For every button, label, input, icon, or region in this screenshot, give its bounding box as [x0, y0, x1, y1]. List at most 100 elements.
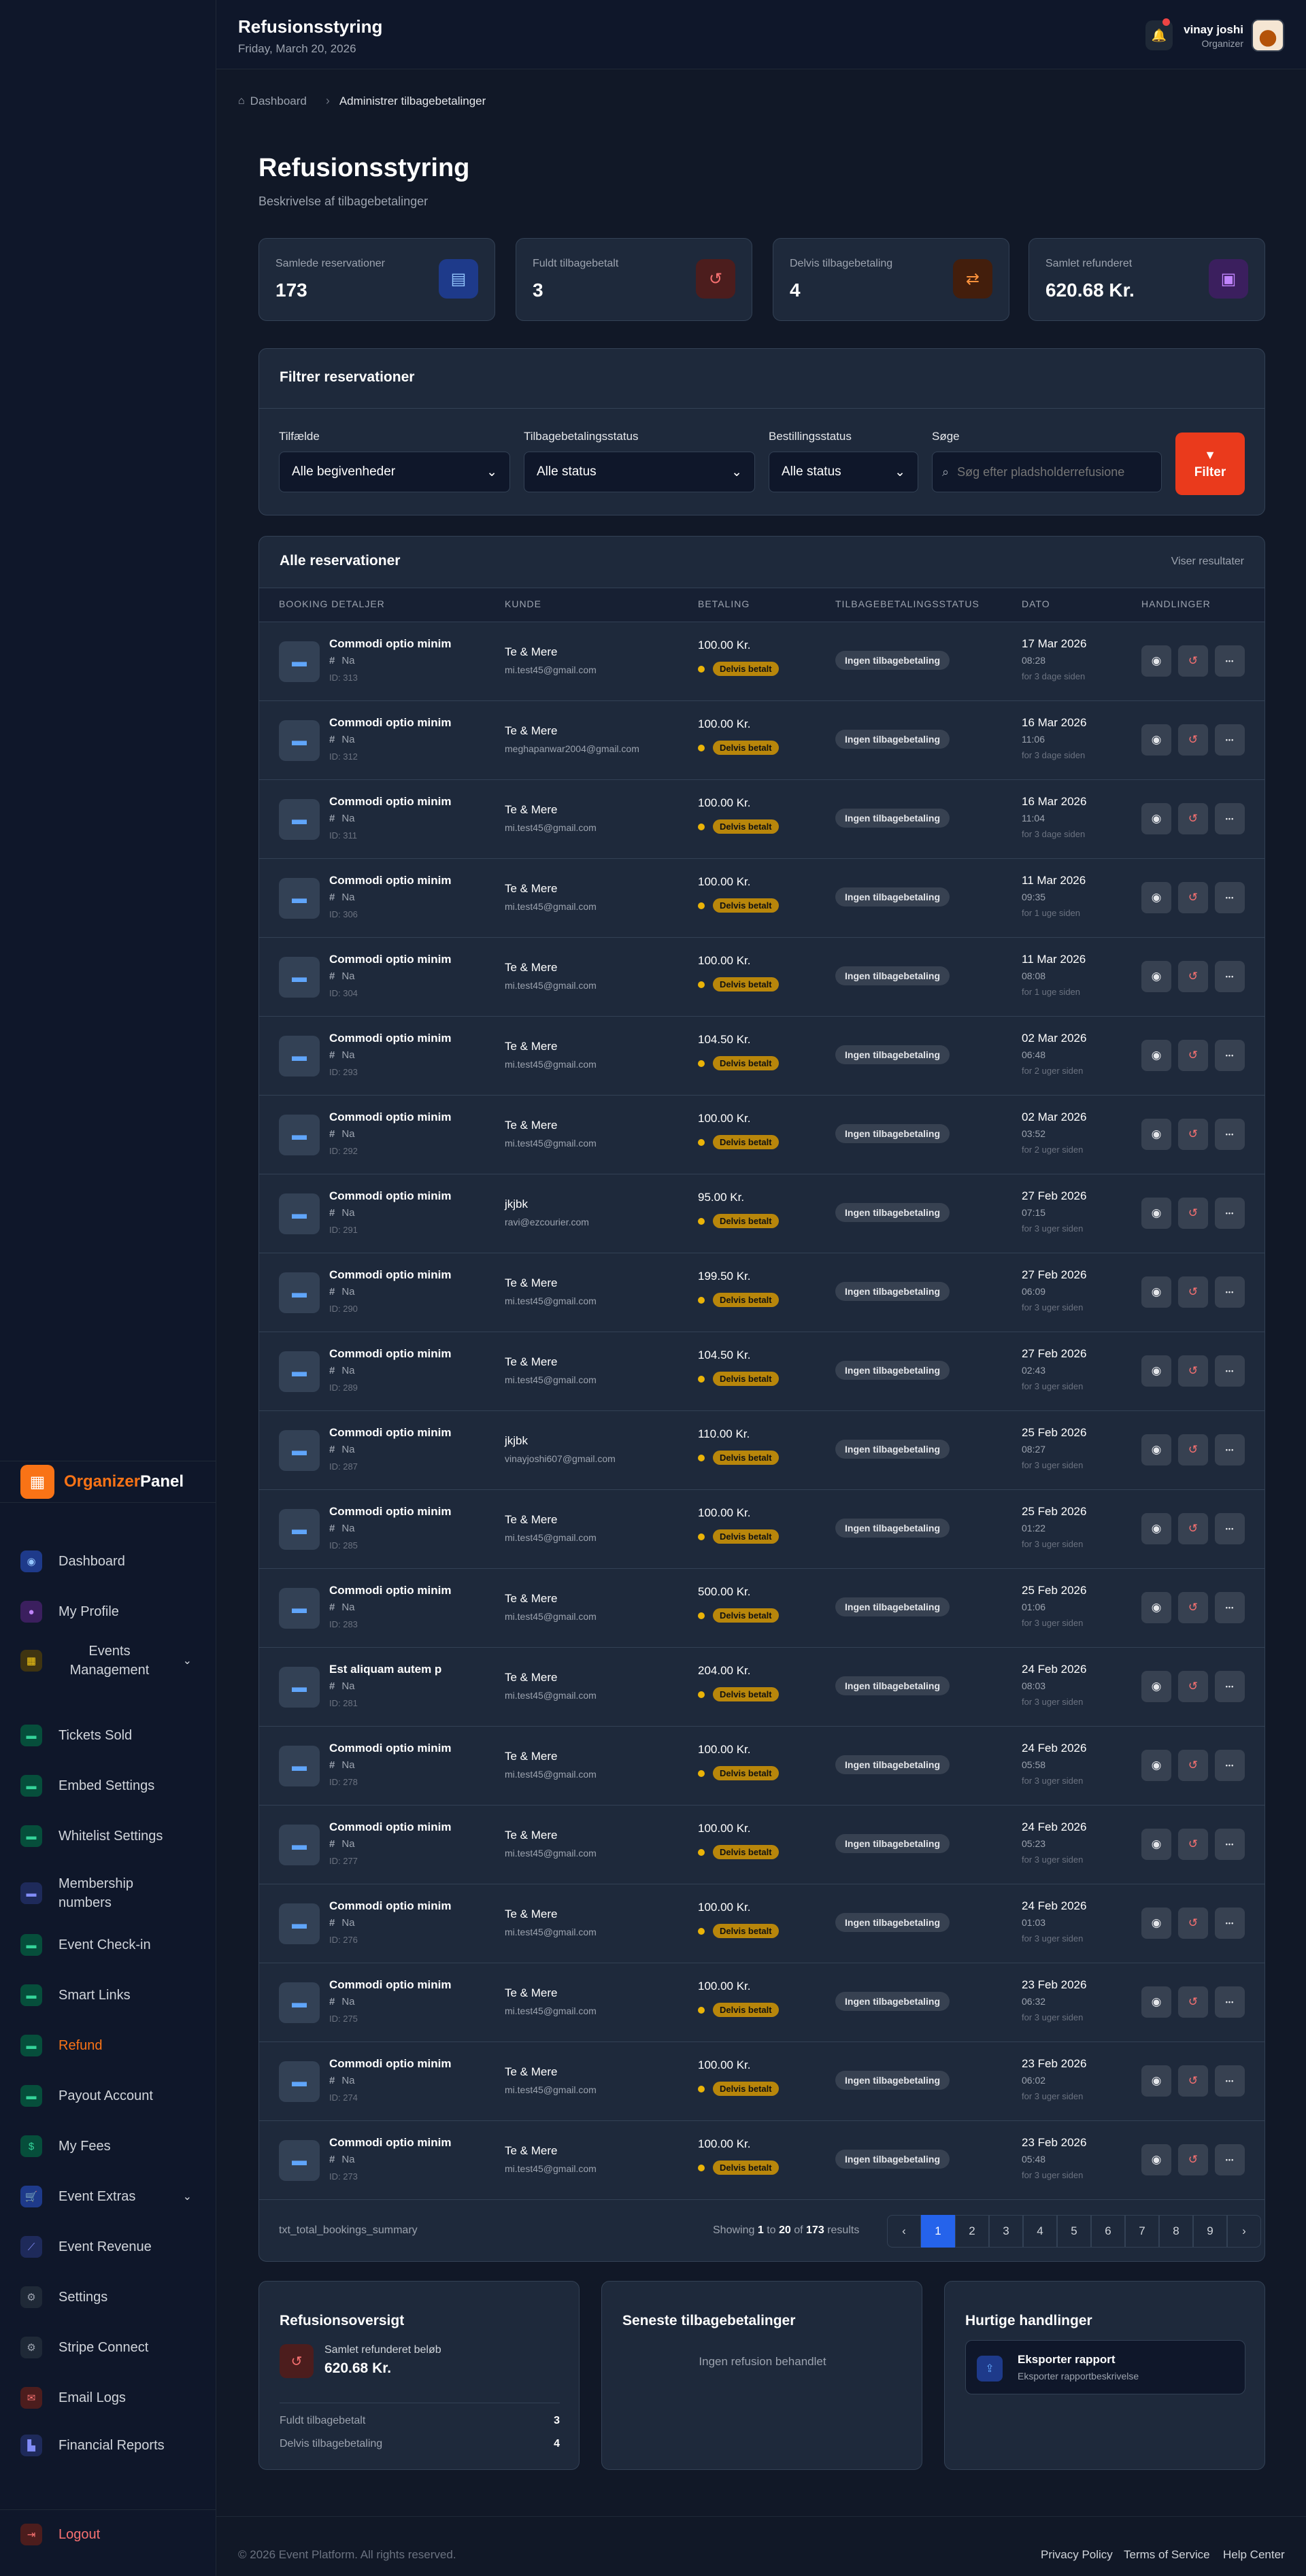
avatar[interactable] [1252, 19, 1284, 52]
sidebar-item-event-check-in[interactable]: ▬ Event Check-in [20, 1934, 204, 1956]
refund-button[interactable]: ↺ [1178, 2144, 1208, 2175]
view-button[interactable]: ◉ [1141, 1513, 1171, 1544]
sidebar-item-financial-reports[interactable]: ▙ Financial Reports [20, 2435, 204, 2456]
view-button[interactable]: ◉ [1141, 1908, 1171, 1939]
more-button[interactable]: ••• [1215, 1592, 1245, 1623]
refund-button[interactable]: ↺ [1178, 1040, 1208, 1071]
view-button[interactable]: ◉ [1141, 2065, 1171, 2097]
view-button[interactable]: ◉ [1141, 2144, 1171, 2175]
more-button[interactable]: ••• [1215, 1040, 1245, 1071]
view-button[interactable]: ◉ [1141, 1750, 1171, 1781]
view-button[interactable]: ◉ [1141, 645, 1171, 677]
page-button-2[interactable]: 2 [955, 2215, 989, 2248]
sidebar-item-stripe-connect[interactable]: ⚙ Stripe Connect [20, 2337, 204, 2358]
more-button[interactable]: ••• [1215, 1829, 1245, 1860]
user-name[interactable]: vinay joshi [1184, 23, 1243, 37]
sidebar-item-my-fees[interactable]: $ My Fees [20, 2135, 204, 2157]
event-select[interactable]: Alle begivenheder ⌄ [279, 452, 510, 492]
more-button[interactable]: ••• [1215, 1355, 1245, 1387]
page-button-9[interactable]: 9 [1193, 2215, 1227, 2248]
sidebar-item-smart-links[interactable]: ▬ Smart Links [20, 1984, 204, 2006]
sidebar-item-whitelist-settings[interactable]: ▬ Whitelist Settings [20, 1825, 204, 1847]
more-button[interactable]: ••• [1215, 1750, 1245, 1781]
refund-button[interactable]: ↺ [1178, 803, 1208, 834]
refund-button[interactable]: ↺ [1178, 1198, 1208, 1229]
search-field[interactable]: ⌕ [932, 452, 1162, 492]
sidebar-item-settings[interactable]: ⚙ Settings [20, 2286, 204, 2308]
more-button[interactable]: ••• [1215, 1434, 1245, 1465]
next-page-button[interactable]: › [1227, 2215, 1261, 2248]
refund-button[interactable]: ↺ [1178, 645, 1208, 677]
view-button[interactable]: ◉ [1141, 1671, 1171, 1702]
view-button[interactable]: ◉ [1141, 1434, 1171, 1465]
terms-link[interactable]: Terms of Service [1124, 2548, 1210, 2562]
view-button[interactable]: ◉ [1141, 803, 1171, 834]
refund-status-select[interactable]: Alle status ⌄ [524, 452, 755, 492]
page-button-5[interactable]: 5 [1057, 2215, 1091, 2248]
sidebar-item-dashboard[interactable]: ◉ Dashboard [20, 1550, 204, 1572]
more-button[interactable]: ••• [1215, 882, 1245, 913]
sidebar-item-email-logs[interactable]: ✉ Email Logs [20, 2387, 204, 2409]
more-button[interactable]: ••• [1215, 645, 1245, 677]
view-button[interactable]: ◉ [1141, 882, 1171, 913]
view-button[interactable]: ◉ [1141, 724, 1171, 756]
sidebar-item-events-management[interactable]: ▦ Events Management ⌄ [20, 1642, 204, 1680]
refund-button[interactable]: ↺ [1178, 724, 1208, 756]
sidebar-item-event-extras[interactable]: 🛒 Event Extras ⌄ [20, 2186, 204, 2207]
more-button[interactable]: ••• [1215, 1986, 1245, 2018]
notifications-button[interactable]: 🔔 [1145, 18, 1173, 50]
page-button-4[interactable]: 4 [1023, 2215, 1057, 2248]
sidebar-item-event-revenue[interactable]: ⟋ Event Revenue [20, 2236, 204, 2258]
refund-button[interactable]: ↺ [1178, 1119, 1208, 1150]
refund-button[interactable]: ↺ [1178, 1829, 1208, 1860]
help-link[interactable]: Help Center [1223, 2548, 1285, 2562]
view-button[interactable]: ◉ [1141, 1198, 1171, 1229]
page-button-1[interactable]: 1 [921, 2215, 955, 2248]
search-input[interactable] [957, 464, 1135, 479]
more-button[interactable]: ••• [1215, 803, 1245, 834]
page-button-3[interactable]: 3 [989, 2215, 1023, 2248]
more-button[interactable]: ••• [1215, 724, 1245, 756]
view-button[interactable]: ◉ [1141, 1592, 1171, 1623]
sidebar-item-refund[interactable]: ▬ Refund [20, 2035, 204, 2056]
sidebar-item-membership-numbers[interactable]: ▬ Membership numbers [20, 1874, 204, 1912]
prev-page-button[interactable]: ‹ [887, 2215, 921, 2248]
view-button[interactable]: ◉ [1141, 1986, 1171, 2018]
more-button[interactable]: ••• [1215, 1908, 1245, 1939]
page-button-7[interactable]: 7 [1125, 2215, 1159, 2248]
refund-button[interactable]: ↺ [1178, 1434, 1208, 1465]
sidebar-item-embed-settings[interactable]: ▬ Embed Settings [20, 1775, 204, 1797]
view-button[interactable]: ◉ [1141, 1355, 1171, 1387]
refund-button[interactable]: ↺ [1178, 1908, 1208, 1939]
more-button[interactable]: ••• [1215, 1513, 1245, 1544]
view-button[interactable]: ◉ [1141, 1276, 1171, 1308]
refund-button[interactable]: ↺ [1178, 1671, 1208, 1702]
page-button-8[interactable]: 8 [1159, 2215, 1193, 2248]
sidebar-item-payout-account[interactable]: ▬ Payout Account [20, 2085, 204, 2107]
refund-button[interactable]: ↺ [1178, 1276, 1208, 1308]
more-button[interactable]: ••• [1215, 1119, 1245, 1150]
privacy-link[interactable]: Privacy Policy [1041, 2548, 1113, 2562]
refund-button[interactable]: ↺ [1178, 961, 1208, 992]
view-button[interactable]: ◉ [1141, 1119, 1171, 1150]
refund-button[interactable]: ↺ [1178, 882, 1208, 913]
page-button-6[interactable]: 6 [1091, 2215, 1125, 2248]
refund-button[interactable]: ↺ [1178, 1592, 1208, 1623]
view-button[interactable]: ◉ [1141, 1040, 1171, 1071]
more-button[interactable]: ••• [1215, 1276, 1245, 1308]
more-button[interactable]: ••• [1215, 961, 1245, 992]
sidebar-item-tickets-sold[interactable]: ▬ Tickets Sold [20, 1725, 204, 1746]
refund-button[interactable]: ↺ [1178, 1986, 1208, 2018]
refund-button[interactable]: ↺ [1178, 1355, 1208, 1387]
export-report-button[interactable]: ⇪ Eksporter rapport Eksporter rapportbes… [965, 2340, 1245, 2394]
order-status-select[interactable]: Alle status ⌄ [769, 452, 918, 492]
refund-button[interactable]: ↺ [1178, 1750, 1208, 1781]
more-button[interactable]: ••• [1215, 2144, 1245, 2175]
logout-button[interactable]: ⇥ Logout [20, 2524, 204, 2545]
breadcrumb-home[interactable]: ⌂ Dashboard [238, 95, 307, 108]
more-button[interactable]: ••• [1215, 1671, 1245, 1702]
view-button[interactable]: ◉ [1141, 961, 1171, 992]
refund-button[interactable]: ↺ [1178, 1513, 1208, 1544]
brand[interactable]: ▦ OrganizerPanel [0, 1461, 216, 1503]
more-button[interactable]: ••• [1215, 2065, 1245, 2097]
